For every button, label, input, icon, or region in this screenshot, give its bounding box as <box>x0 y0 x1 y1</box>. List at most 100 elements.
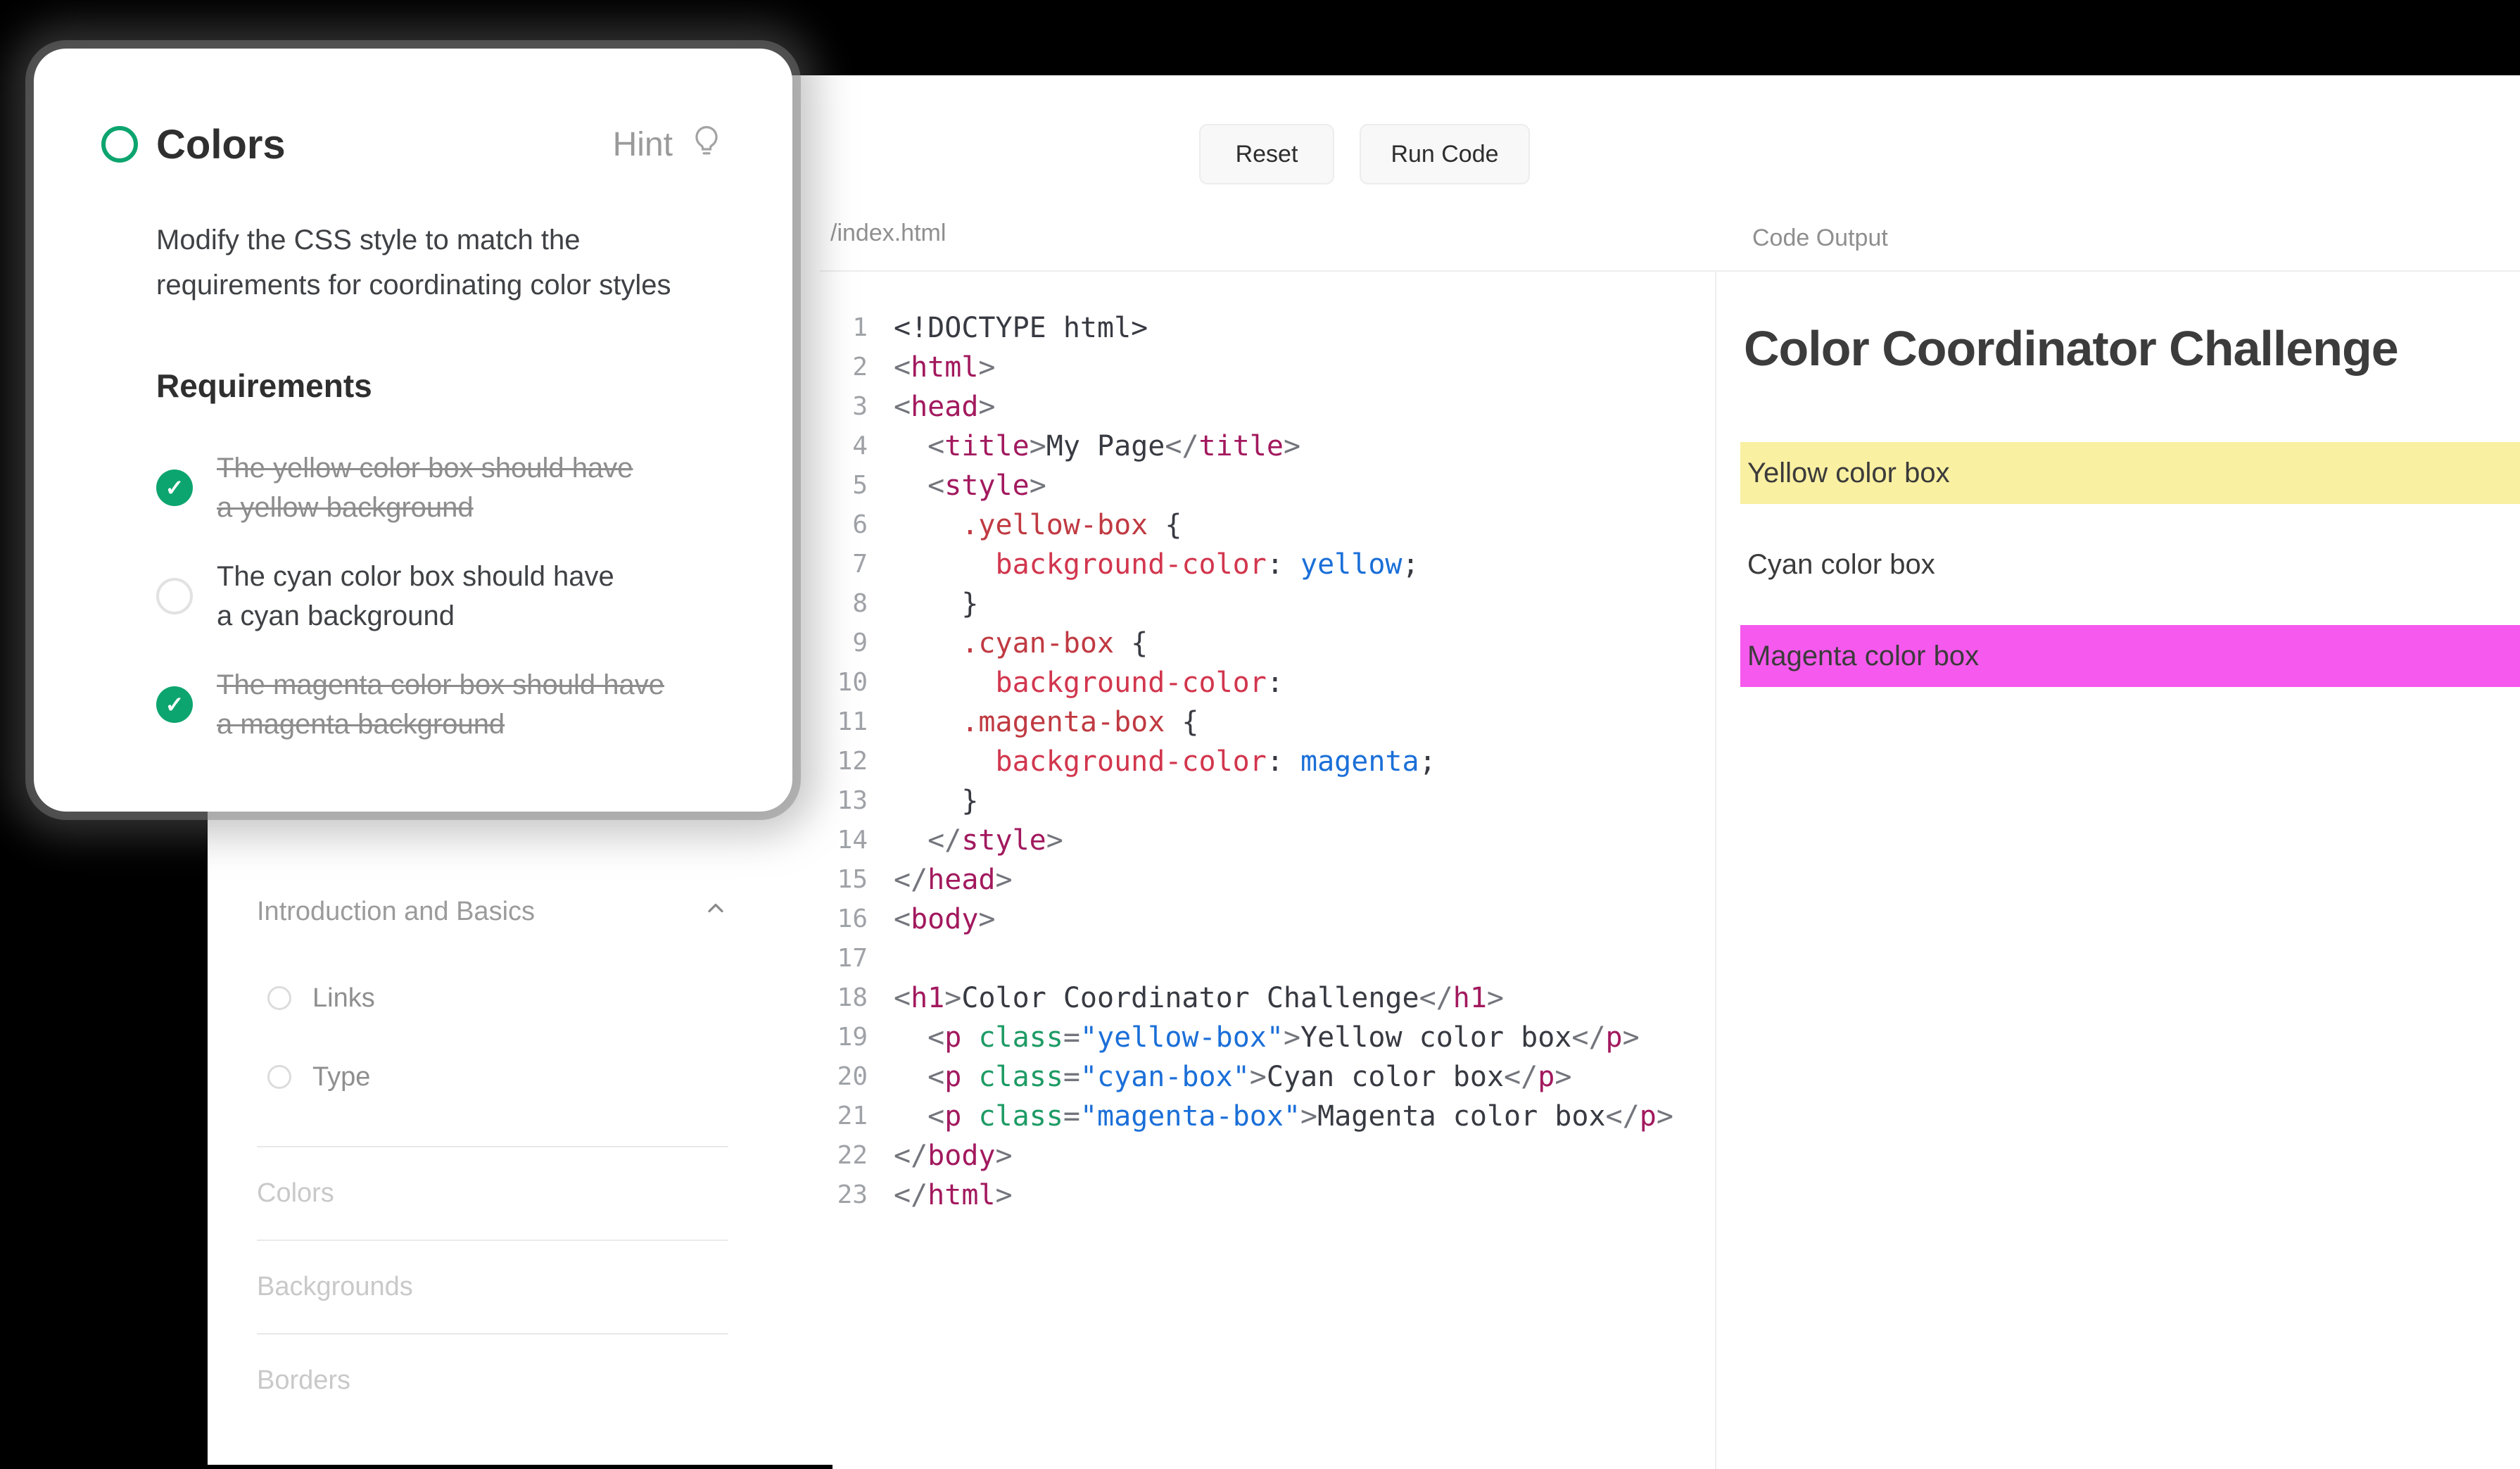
panel-divider <box>1715 272 1716 1469</box>
requirement-text: The magenta color box should havea magen… <box>217 665 664 744</box>
code-text[interactable]: background-color: <box>894 663 1284 702</box>
collapsed-section-list: ColorsBackgrounds Borders <box>257 1146 728 1427</box>
sidebar-section-label: Introduction and Basics <box>257 897 535 927</box>
code-text[interactable]: </head> <box>894 860 1013 900</box>
code-line[interactable]: 12 background-color: magenta; <box>813 742 1673 781</box>
code-text[interactable]: <body> <box>894 900 996 939</box>
code-line[interactable]: 2 <html> <box>813 348 1673 387</box>
line-number: 2 <box>813 348 868 387</box>
line-number: 11 <box>813 702 868 742</box>
reset-button[interactable]: Reset <box>1199 124 1334 184</box>
line-number: 23 <box>813 1175 868 1215</box>
line-number: 8 <box>813 584 868 624</box>
task-description-line: requirements for coordinating color styl… <box>156 263 671 308</box>
task-card-header: Colors Hint <box>101 116 725 172</box>
code-line[interactable]: 11 .magenta-box { <box>813 702 1673 742</box>
code-line[interactable]: 13 } <box>813 781 1673 821</box>
task-description-line: Modify the CSS style to match the <box>156 217 671 263</box>
lesson-list: Links Type <box>267 976 375 1099</box>
code-line[interactable]: 5 <style> <box>813 466 1673 505</box>
line-number: 18 <box>813 978 868 1018</box>
line-number: 12 <box>813 742 868 781</box>
output-box: Cyan color box <box>1740 534 2520 595</box>
code-line[interactable]: 3 <head> <box>813 387 1673 427</box>
code-line[interactable]: 16<body> <box>813 900 1673 939</box>
sidebar-section-borders[interactable]: Borders <box>257 1333 728 1427</box>
code-line[interactable]: 8 } <box>813 584 1673 624</box>
requirement-text: The cyan color box should havea cyan bac… <box>217 557 614 636</box>
code-line[interactable]: 17 <box>813 939 1673 978</box>
code-line[interactable]: 6 .yellow-box { <box>813 505 1673 545</box>
sidebar-item-type[interactable]: Type <box>267 1054 375 1099</box>
code-text[interactable]: </style> <box>894 821 1063 860</box>
circle-icon <box>267 1065 291 1089</box>
run-code-button[interactable]: Run Code <box>1360 124 1530 184</box>
code-text[interactable]: </body> <box>894 1136 1013 1175</box>
code-line[interactable]: 23 </html> <box>813 1175 1673 1215</box>
code-text[interactable]: <title>My Page</title> <box>894 427 1300 466</box>
code-line[interactable]: 4 <title>My Page</title> <box>813 427 1673 466</box>
code-text[interactable]: <style> <box>894 466 1046 505</box>
code-text[interactable]: <html> <box>894 348 996 387</box>
line-number: 5 <box>813 466 868 505</box>
code-text[interactable]: background-color: yellow; <box>894 545 1419 584</box>
code-editor[interactable]: 1 <!DOCTYPE html> 2 <html> 3 <head>4 <title>M… <box>813 308 1673 1215</box>
output-panel-label: Code Output <box>1752 225 1888 252</box>
circle-icon <box>156 578 193 614</box>
line-number: 22 <box>813 1136 868 1175</box>
toolbar-divider <box>820 270 2520 272</box>
code-text[interactable]: <!DOCTYPE html> <box>894 308 1148 348</box>
code-text[interactable]: .yellow-box { <box>894 505 1182 545</box>
code-text[interactable]: background-color: magenta; <box>894 742 1436 781</box>
sidebar-section-colors[interactable]: Colors <box>257 1146 728 1240</box>
line-number: 19 <box>813 1018 868 1057</box>
line-number: 1 <box>813 308 868 348</box>
code-text[interactable]: .magenta-box { <box>894 702 1198 742</box>
page-background: { "task_card": { "title": "Colors", "hin… <box>0 0 2520 1469</box>
code-text[interactable]: } <box>894 584 978 624</box>
circle-outline-icon <box>101 126 138 163</box>
code-text[interactable]: <p class="magenta-box">Magenta color box… <box>894 1097 1673 1136</box>
sidebar-section-label: Borders <box>257 1366 350 1396</box>
code-line[interactable]: 9 .cyan-box { <box>813 624 1673 663</box>
code-line[interactable]: 15 </head> <box>813 860 1673 900</box>
code-text[interactable]: } <box>894 781 978 821</box>
code-text[interactable]: <head> <box>894 387 996 427</box>
code-text[interactable]: </html> <box>894 1175 1013 1215</box>
line-number: 15 <box>813 860 868 900</box>
hint-label: Hint <box>613 125 673 164</box>
output-heading: Color Coordinator Challenge <box>1744 320 2398 377</box>
sidebar-item-links[interactable]: Links <box>267 976 375 1021</box>
output-box: Yellow color box <box>1740 442 2520 504</box>
code-text[interactable]: <p class="yellow-box">Yellow color box</… <box>894 1018 1640 1057</box>
task-card: Colors Hint Modify the CSS style to matc… <box>34 49 792 812</box>
line-number: 9 <box>813 624 868 663</box>
code-line[interactable]: 10 background-color: <box>813 663 1673 702</box>
requirement-text: The yellow color box should havea yellow… <box>217 448 633 527</box>
code-line[interactable]: 22 </body> <box>813 1136 1673 1175</box>
code-line[interactable]: 19 <p class="yellow-box">Yellow color bo… <box>813 1018 1673 1057</box>
task-description: Modify the CSS style to match therequire… <box>156 217 671 308</box>
code-line[interactable]: 1 <!DOCTYPE html> <box>813 308 1673 348</box>
code-line[interactable]: 18 <h1>Color Coordinator Challenge</h1> <box>813 978 1673 1018</box>
line-number: 3 <box>813 387 868 427</box>
sidebar-section-backgrounds[interactable]: Backgrounds <box>257 1240 728 1333</box>
requirements-heading: Requirements <box>156 367 372 405</box>
requirement-item: The cyan color box should havea cyan bac… <box>156 557 664 636</box>
line-number: 14 <box>813 821 868 860</box>
line-number: 7 <box>813 545 868 584</box>
chevron-up-icon[interactable] <box>703 895 728 928</box>
sidebar-item-label: Links <box>312 983 375 1014</box>
hint-button[interactable]: Hint <box>613 122 725 167</box>
code-text[interactable]: .cyan-box { <box>894 624 1148 663</box>
code-line[interactable]: 14 </style> <box>813 821 1673 860</box>
sidebar-item-label: Type <box>312 1062 370 1092</box>
code-line[interactable]: 20 <p class="cyan-box">Cyan color box</p… <box>813 1057 1673 1097</box>
code-line[interactable]: 21 <p class="magenta-box">Magenta color … <box>813 1097 1673 1136</box>
sidebar-section-header[interactable]: Introduction and Basics <box>257 890 728 933</box>
line-number: 20 <box>813 1057 868 1097</box>
code-text[interactable]: <h1>Color Coordinator Challenge</h1> <box>894 978 1504 1018</box>
output-box: Magenta color box <box>1740 625 2520 687</box>
code-line[interactable]: 7 background-color: yellow; <box>813 545 1673 584</box>
code-text[interactable]: <p class="cyan-box">Cyan color box</p> <box>894 1057 1571 1097</box>
